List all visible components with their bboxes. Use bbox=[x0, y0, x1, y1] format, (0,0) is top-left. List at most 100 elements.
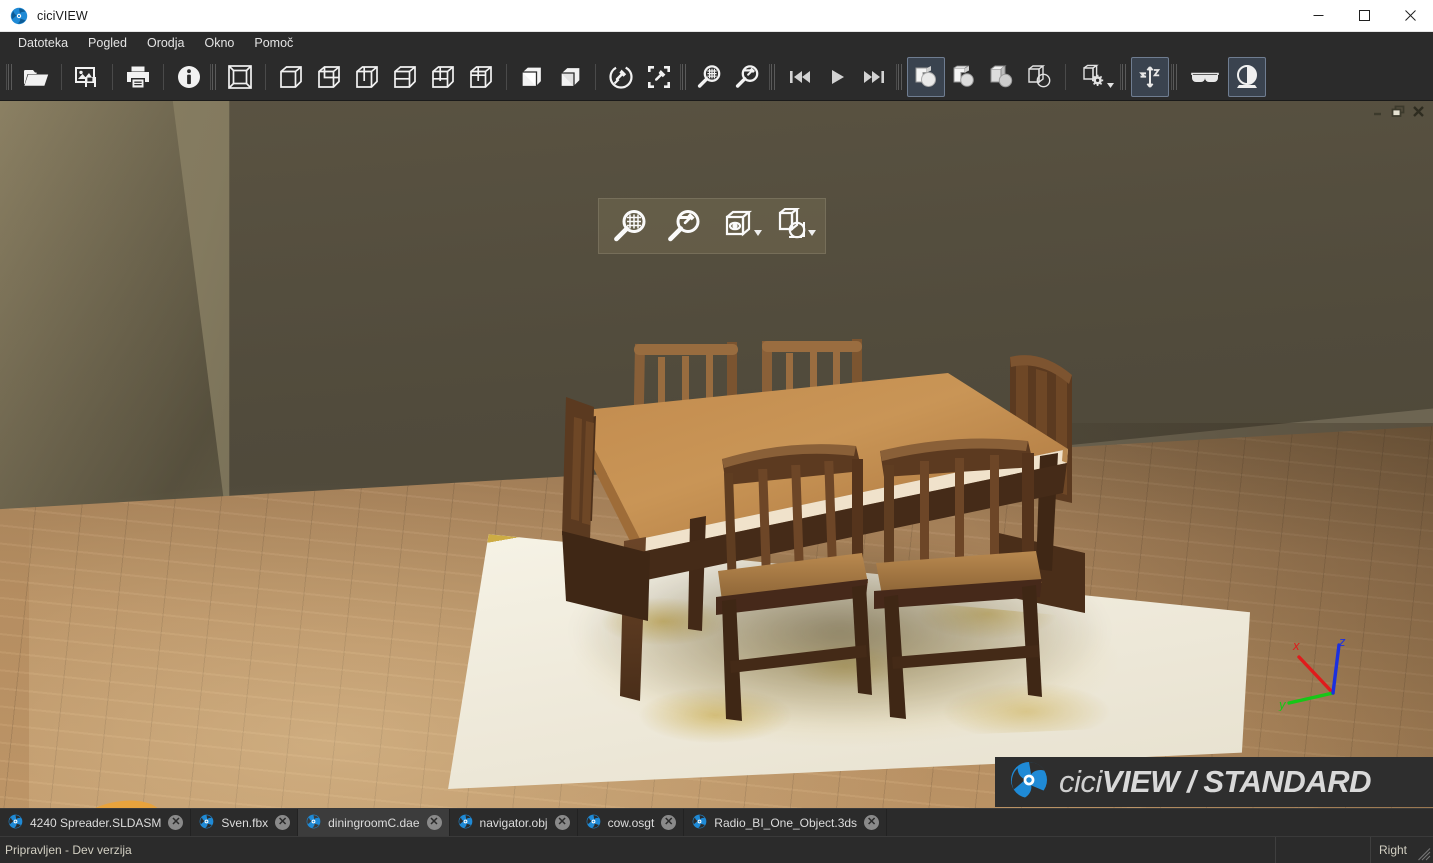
render-settings-button[interactable] bbox=[1072, 57, 1118, 97]
shaded-mode-button[interactable] bbox=[907, 57, 945, 97]
document-tab-bar: 4240 Spreader.SLDASM ✕ Sven.fbx ✕ dining… bbox=[0, 808, 1433, 836]
wireframe-mode-button[interactable] bbox=[983, 57, 1021, 97]
menu-bar: Datoteka Pogled Orodja Okno Pomoč bbox=[0, 32, 1433, 54]
tab-close-button[interactable]: ✕ bbox=[168, 815, 184, 830]
tab-close-button[interactable]: ✕ bbox=[275, 815, 291, 830]
cici-logo-icon bbox=[1009, 760, 1049, 805]
chevron-down-icon bbox=[808, 223, 816, 241]
skip-start-button[interactable] bbox=[780, 57, 818, 97]
cici-logo-icon bbox=[692, 814, 707, 832]
play-button[interactable] bbox=[818, 57, 856, 97]
mdi-minimize-button[interactable] bbox=[1370, 103, 1387, 120]
view-fit-button[interactable] bbox=[221, 57, 259, 97]
menu-okno[interactable]: Okno bbox=[196, 34, 244, 53]
tab-close-button[interactable]: ✕ bbox=[426, 815, 442, 830]
resize-grip[interactable] bbox=[1415, 837, 1433, 863]
tab-label: 4240 Spreader.SLDASM bbox=[30, 815, 162, 830]
info-button[interactable] bbox=[170, 57, 208, 97]
viewport-zoom-selected-button[interactable] bbox=[658, 202, 712, 250]
ciciview-watermark: ciciVIEW / STANDARD bbox=[995, 757, 1433, 807]
cici-logo-icon bbox=[458, 814, 473, 832]
menu-orodja[interactable]: Orodja bbox=[138, 34, 194, 53]
chevron-down-icon bbox=[754, 223, 762, 241]
toolbar-grip[interactable] bbox=[210, 64, 218, 90]
toolbar-separator bbox=[163, 64, 164, 90]
cici-logo-icon bbox=[10, 7, 28, 25]
view-bottom-button[interactable] bbox=[462, 57, 500, 97]
view-back-button[interactable] bbox=[310, 57, 348, 97]
collada-logo-llada: LLADA bbox=[159, 791, 419, 808]
orthographic-button[interactable] bbox=[551, 57, 589, 97]
toolbar-grip[interactable] bbox=[769, 64, 777, 90]
shaded-edges-mode-button[interactable] bbox=[945, 57, 983, 97]
tab-navigator-obj[interactable]: navigator.obj ✕ bbox=[450, 809, 578, 836]
points-mode-button[interactable] bbox=[1021, 57, 1059, 97]
perspective-button[interactable] bbox=[513, 57, 551, 97]
chevron-down-icon bbox=[1107, 83, 1114, 88]
cici-logo-icon bbox=[306, 814, 321, 832]
tab-sven-fbx[interactable]: Sven.fbx ✕ bbox=[191, 809, 299, 836]
viewport-visibility-button[interactable] bbox=[712, 202, 766, 250]
pan-button[interactable] bbox=[640, 57, 678, 97]
stereo-glasses-button[interactable] bbox=[1182, 57, 1228, 97]
view-left-button[interactable] bbox=[348, 57, 386, 97]
tab-label: Radio_BI_One_Object.3ds bbox=[714, 815, 858, 830]
toolbar-separator bbox=[506, 64, 507, 90]
view-right-button[interactable] bbox=[386, 57, 424, 97]
skip-end-button[interactable] bbox=[856, 57, 894, 97]
toolbar-separator bbox=[595, 64, 596, 90]
print-button[interactable] bbox=[119, 57, 157, 97]
view-front-button[interactable] bbox=[272, 57, 310, 97]
open-file-button[interactable] bbox=[17, 57, 55, 97]
axis-gizmo: x y z bbox=[1275, 633, 1367, 716]
viewport-zoom-button[interactable] bbox=[604, 202, 658, 250]
collada-logo-ring-icon bbox=[65, 792, 173, 808]
zoom-in-button[interactable] bbox=[691, 57, 729, 97]
cici-logo-icon bbox=[199, 814, 214, 832]
toolbar-grip[interactable] bbox=[680, 64, 688, 90]
tab-diningroomc-dae[interactable]: diningroomC.dae ✕ bbox=[298, 809, 450, 836]
title-bar: ciciVIEW bbox=[0, 0, 1433, 32]
toolbar-grip[interactable] bbox=[1171, 64, 1179, 90]
cici-logo-icon bbox=[586, 814, 601, 832]
tab-label: diningroomC.dae bbox=[328, 815, 420, 830]
window-controls bbox=[1295, 0, 1433, 31]
tab-close-button[interactable]: ✕ bbox=[864, 815, 880, 830]
window-maximize-button[interactable] bbox=[1341, 0, 1387, 31]
toolbar-separator bbox=[265, 64, 266, 90]
window-title: ciciVIEW bbox=[37, 8, 88, 23]
flip-z-axis-button[interactable] bbox=[1131, 57, 1169, 97]
rotate-button[interactable] bbox=[602, 57, 640, 97]
window-minimize-button[interactable] bbox=[1295, 0, 1341, 31]
tab-label: cow.osgt bbox=[607, 815, 655, 830]
collada-logo: C LLADA ™ bbox=[26, 791, 437, 808]
mdi-restore-button[interactable] bbox=[1390, 103, 1407, 120]
cici-logo-icon bbox=[8, 814, 23, 832]
mdi-child-controls bbox=[1370, 103, 1427, 120]
viewport-floating-toolbar bbox=[598, 198, 826, 254]
tab-close-button[interactable]: ✕ bbox=[661, 815, 677, 830]
toolbar-separator bbox=[61, 64, 62, 90]
toolbar-grip[interactable] bbox=[896, 64, 904, 90]
window-close-button[interactable] bbox=[1387, 0, 1433, 31]
tab-cow-osgt[interactable]: cow.osgt ✕ bbox=[578, 809, 685, 836]
app-window: ciciVIEW Datoteka Pogled Orodja Okno Pom… bbox=[0, 0, 1433, 863]
mdi-close-button[interactable] bbox=[1410, 103, 1427, 120]
viewport-render-mode-button[interactable] bbox=[766, 202, 820, 250]
toolbar-grip[interactable] bbox=[1120, 64, 1128, 90]
tab-4240-spreader-sldasm[interactable]: 4240 Spreader.SLDASM ✕ bbox=[0, 809, 192, 836]
toolbar-grip[interactable] bbox=[6, 64, 14, 90]
lighting-button[interactable] bbox=[1228, 57, 1266, 97]
zoom-selected-button[interactable] bbox=[729, 57, 767, 97]
status-message: Pripravljen - Dev verzija bbox=[5, 843, 132, 857]
menu-pomoc[interactable]: Pomoč bbox=[245, 34, 302, 53]
tab-close-button[interactable]: ✕ bbox=[554, 815, 570, 830]
save-snapshot-button[interactable] bbox=[68, 57, 106, 97]
menu-pogled[interactable]: Pogled bbox=[79, 34, 136, 53]
tab-label: Sven.fbx bbox=[221, 815, 269, 830]
menu-datoteka[interactable]: Datoteka bbox=[9, 34, 77, 53]
tab-radio-bi-one-object-3ds[interactable]: Radio_BI_One_Object.3ds ✕ bbox=[684, 809, 888, 836]
model-viewport-window[interactable]: C LLADA ™ x bbox=[0, 101, 1433, 808]
view-top-button[interactable] bbox=[424, 57, 462, 97]
mdi-area: C LLADA ™ x bbox=[0, 101, 1433, 808]
